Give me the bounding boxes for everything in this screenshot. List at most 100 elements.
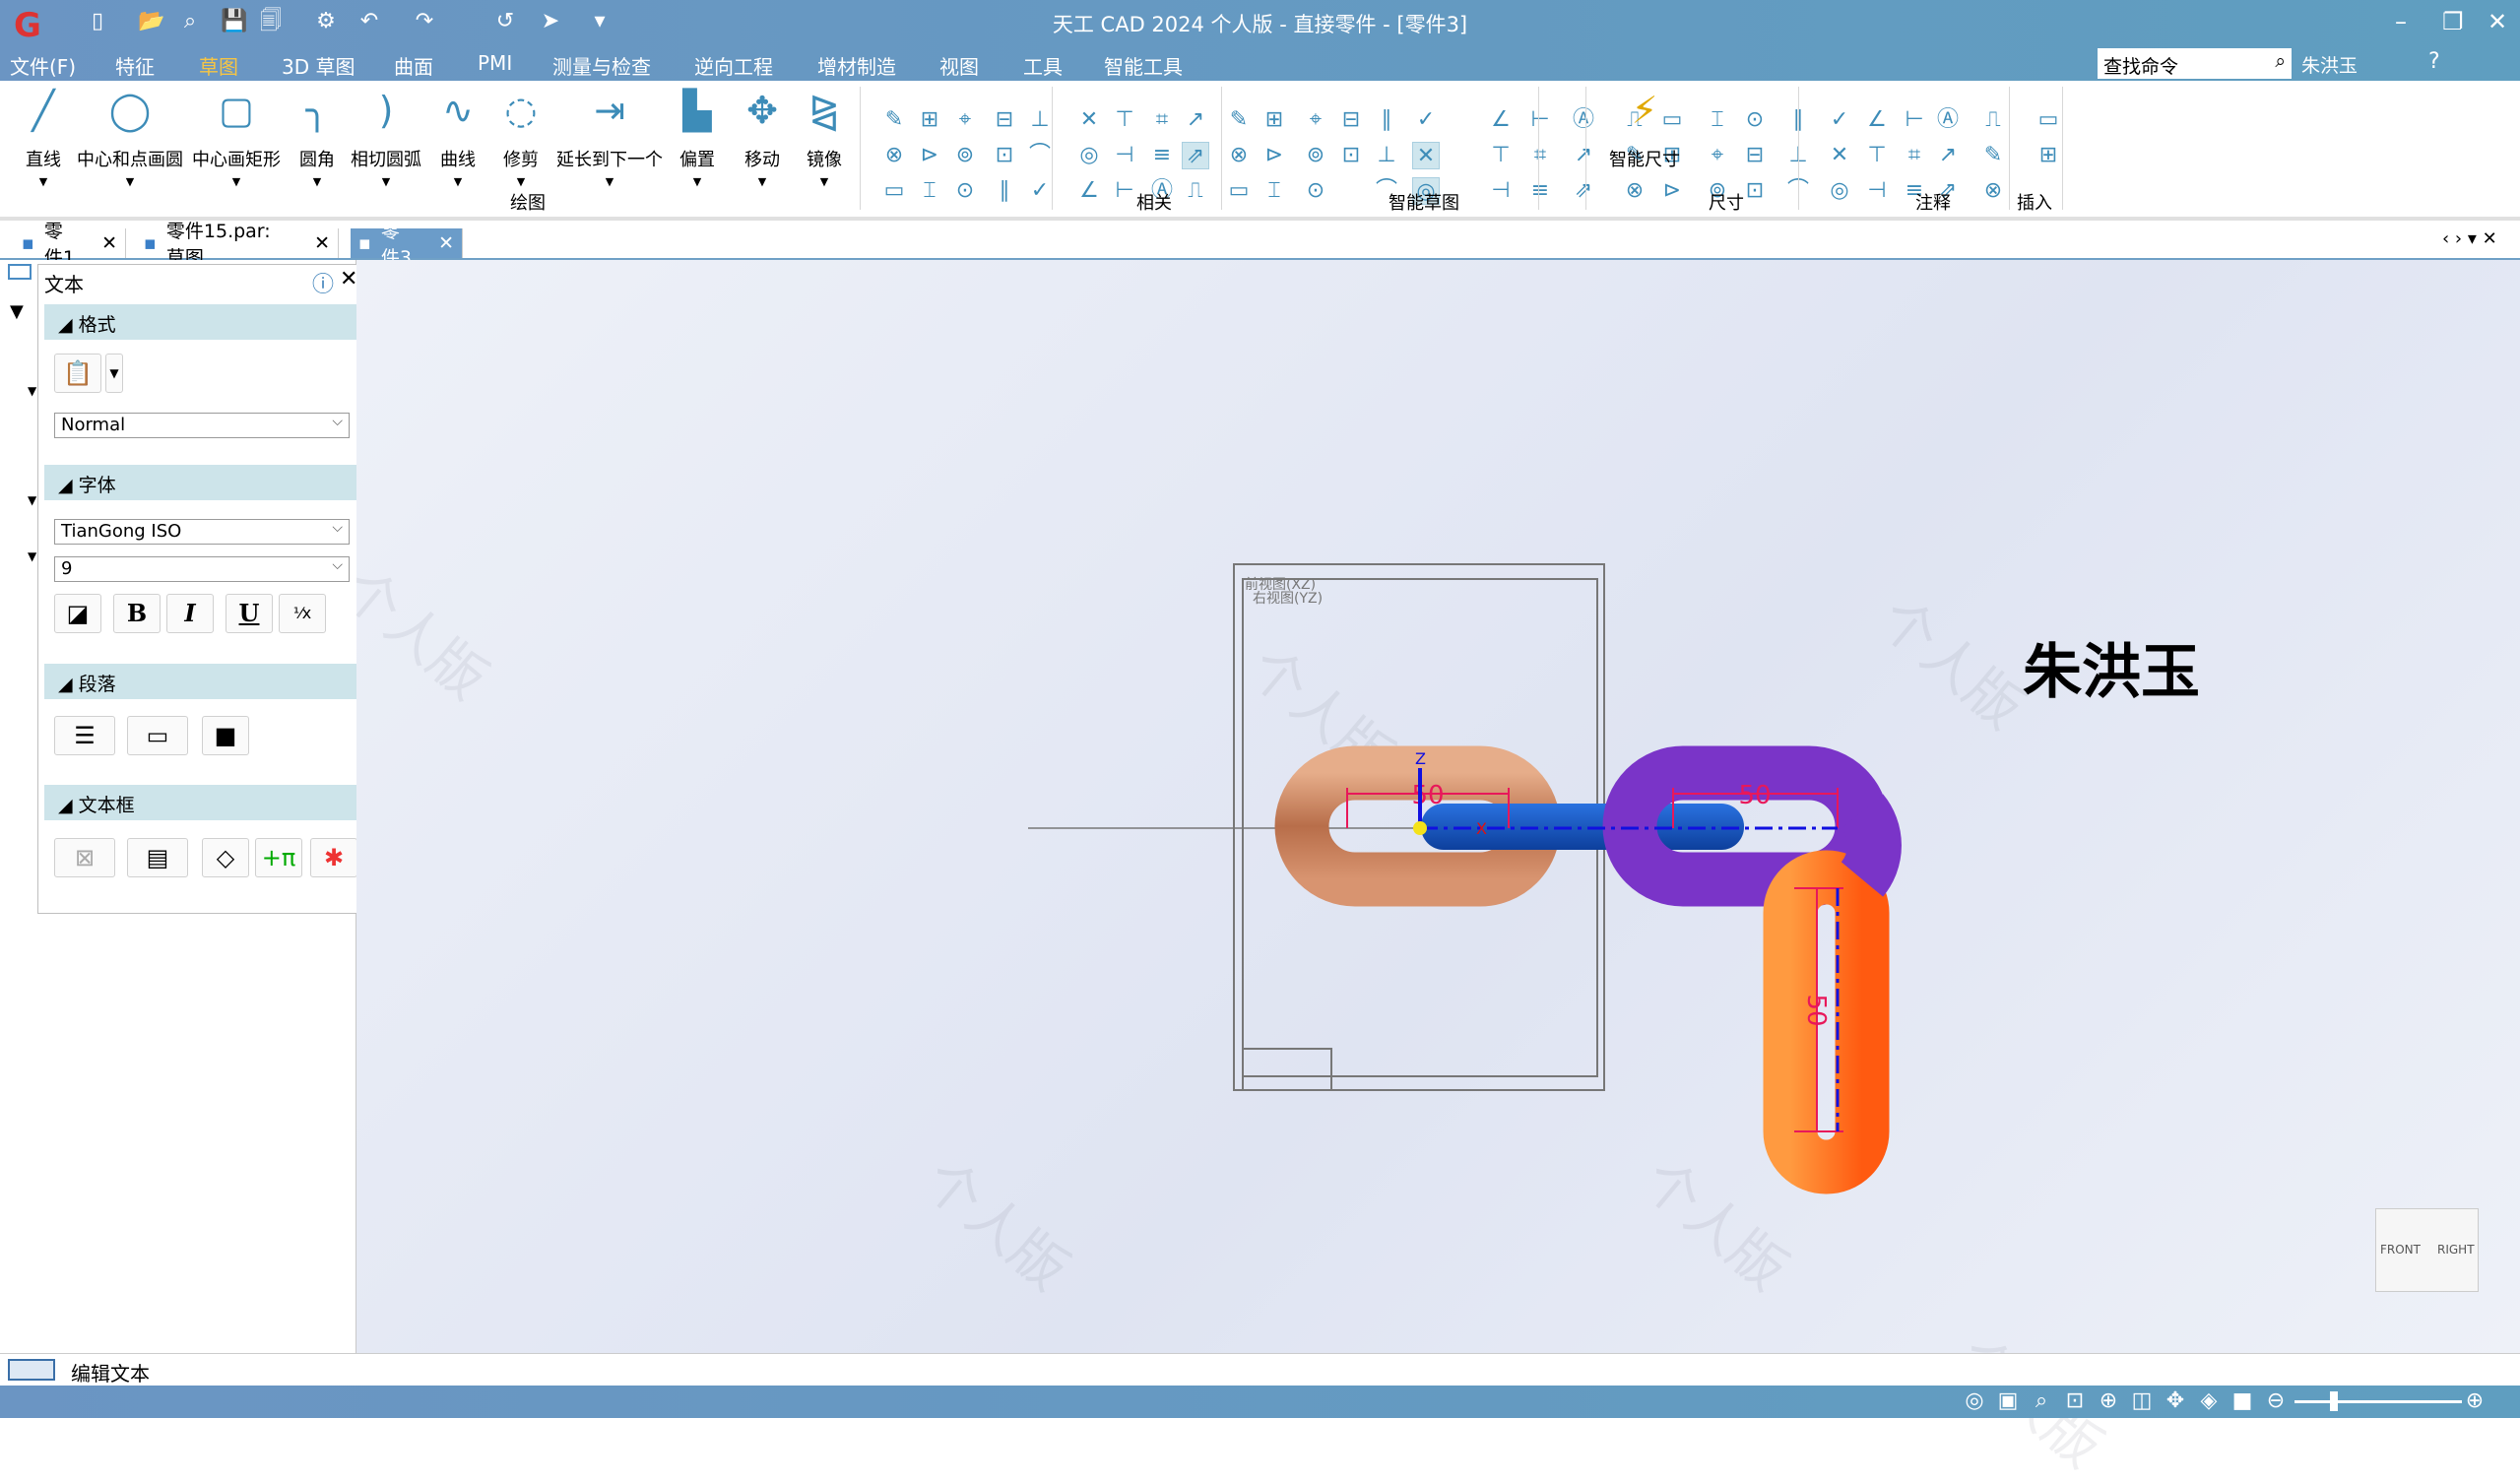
help-icon[interactable]: ⓘ	[312, 267, 334, 298]
ribbon-tool-icon[interactable]: ⊣	[1487, 177, 1515, 205]
ribbon-tool-icon[interactable]: ▭	[880, 177, 908, 205]
view-cube-right[interactable]: RIGHT	[2437, 1243, 2475, 1257]
ribbon-tool-icon[interactable]: ◎	[1826, 177, 1853, 205]
smart-dimension-button[interactable]: ⚡ 智能尺寸	[1605, 89, 1684, 171]
ribbon-tool-icon[interactable]: ⊗	[1225, 142, 1253, 169]
doc-tab-2[interactable]: ▪ 零件3 ✕	[351, 221, 463, 269]
ribbon-tool-icon[interactable]: ⊤	[1111, 106, 1138, 134]
user-name[interactable]: 朱洪玉	[2301, 51, 2358, 78]
ribbon-tool-icon[interactable]: ≡	[1148, 142, 1176, 169]
ribbon-tool-icon[interactable]: ✎	[1225, 106, 1253, 134]
ribbon-tool-icon[interactable]: ✓	[1826, 106, 1853, 134]
view-cube[interactable]: FRONT RIGHT	[2375, 1208, 2479, 1292]
italic-button[interactable]: I	[166, 594, 214, 633]
ribbon-tool-icon[interactable]: ⊙	[951, 177, 979, 205]
menu-9[interactable]: 视图	[939, 51, 979, 80]
save-icon[interactable]: 💾	[221, 9, 247, 34]
ribbon-tool-icon[interactable]: ⌖	[951, 106, 979, 134]
section-textbox[interactable]: ◢ 文本框	[44, 785, 360, 820]
ribbon-tool-icon[interactable]: ⊞	[2035, 142, 2062, 169]
ribbon-tool-icon[interactable]: ⊚	[1302, 142, 1329, 169]
ribbon-tool-icon[interactable]: ⊟	[991, 106, 1018, 134]
ribbon-tool-icon[interactable]: ▭	[2035, 106, 2062, 134]
ribbon-tool-icon[interactable]: ⌖	[1302, 106, 1329, 134]
ribbon-tool-icon[interactable]: ✕	[1826, 142, 1853, 169]
menu-1[interactable]: 特征	[115, 51, 155, 80]
ribbon-tool-icon[interactable]: ✓	[1026, 177, 1054, 205]
settings-icon[interactable]: ⚙	[313, 9, 339, 34]
fill-button[interactable]: ◇	[202, 838, 249, 877]
ribbon-tool-icon[interactable]: ⊤	[1487, 142, 1515, 169]
border-button[interactable]: ■	[202, 716, 249, 755]
ribbon-tool-icon[interactable]: ⌒	[1026, 142, 1054, 169]
view-tool-icon[interactable]: ▣	[1995, 1388, 2021, 1414]
close-tab-icon[interactable]: ✕	[314, 232, 330, 254]
ribbon-tool-icon[interactable]: ⌗	[1901, 142, 1928, 169]
ribbon-circle-button[interactable]: ◯ 中心和点画圆 ▼	[71, 89, 189, 188]
ribbon-tool-icon[interactable]: ⊳	[916, 142, 943, 169]
menu-7[interactable]: 逆向工程	[694, 51, 773, 80]
highlight-button[interactable]: ✱	[310, 838, 357, 877]
ribbon-tool-icon[interactable]: ∠	[1487, 106, 1515, 134]
font-select[interactable]: TianGong ISO ⌵	[54, 519, 350, 545]
zoom-slider[interactable]	[2294, 1400, 2462, 1403]
ribbon-tool-icon[interactable]: ↗	[1934, 142, 1962, 169]
ribbon-tool-icon[interactable]: ∥	[991, 177, 1018, 205]
ribbon-tool-icon[interactable]: ⊡	[991, 142, 1018, 169]
ribbon-tool-icon[interactable]: ⊣	[1863, 177, 1891, 205]
view-tool-icon[interactable]: ⊖	[2263, 1388, 2289, 1414]
restore-button[interactable]: ❐	[2442, 8, 2464, 35]
ribbon-tool-icon[interactable]: ⊳	[1658, 177, 1686, 205]
fit-textbox-button[interactable]: ⊠	[54, 838, 115, 877]
doc-tab-1[interactable]: ▪ 零件15.par: 草图 ✕	[136, 221, 339, 269]
back-icon[interactable]: ↺	[492, 9, 518, 34]
section-paragraph[interactable]: ◢ 段落	[44, 664, 360, 699]
tree-expand-icon[interactable]: ▼	[10, 301, 24, 322]
new-icon[interactable]: ▯	[85, 9, 110, 34]
close-button[interactable]: ✕	[2488, 8, 2507, 35]
ribbon-tool-icon[interactable]: ◎	[1075, 142, 1103, 169]
bullet-list-button[interactable]: ☰	[54, 716, 115, 755]
tree-expand-icon[interactable]: ▼	[28, 384, 36, 398]
ribbon-tool-icon[interactable]: ⊙	[1302, 177, 1329, 205]
model-view[interactable]: 前视图(XZ) 右视图(YZ) 50 50 50 Z X	[356, 260, 2520, 1353]
ribbon-tool-icon[interactable]: ⊞	[916, 106, 943, 134]
section-font[interactable]: ◢ 字体	[44, 465, 360, 500]
customize-icon[interactable]: ▾	[587, 9, 613, 34]
ribbon-tool-icon[interactable]: ⊥	[1026, 106, 1054, 134]
ribbon-tool-icon[interactable]: ⊡	[1337, 142, 1365, 169]
ribbon-tool-icon[interactable]: ⊚	[951, 142, 979, 169]
insert-symbol-button[interactable]: +π	[255, 838, 302, 877]
save-as-icon[interactable]: 🗐	[258, 9, 284, 34]
fraction-button[interactable]: ⅟x	[279, 594, 326, 633]
ribbon-tool-icon[interactable]: ⌶	[916, 177, 943, 205]
help-icon[interactable]: ?	[2428, 49, 2440, 74]
ribbon-tool-icon[interactable]: ⊗	[880, 142, 908, 169]
ribbon-tool-icon[interactable]: ↗	[1182, 106, 1209, 134]
ribbon-tool-icon[interactable]: ⊢	[1111, 177, 1138, 205]
zoom-in-icon[interactable]: ⊕	[2462, 1388, 2488, 1414]
zoom-slider-thumb[interactable]	[2330, 1391, 2338, 1411]
ribbon-tool-icon[interactable]: ⌗	[1526, 142, 1554, 169]
ribbon-tool-icon[interactable]: ✎	[880, 106, 908, 134]
ribbon-tool-icon[interactable]: ✕	[1075, 106, 1103, 134]
ribbon-tool-icon[interactable]: ⇗	[1570, 177, 1597, 205]
menu-0[interactable]: 文件(F)	[10, 51, 76, 80]
ribbon-mirror-button[interactable]: ⧎ 镜像 ▼	[765, 89, 883, 188]
view-tool-icon[interactable]: ⌕	[2029, 1388, 2054, 1414]
tree-expand-icon[interactable]: ▼	[28, 549, 36, 563]
menu-4[interactable]: 曲面	[394, 51, 433, 80]
close-tab-icon[interactable]: ✕	[101, 232, 117, 254]
ribbon-tool-icon[interactable]: ≡	[1526, 177, 1554, 205]
ribbon-tool-icon[interactable]: ⊤	[1863, 142, 1891, 169]
ribbon-tool-icon[interactable]: ▭	[1225, 177, 1253, 205]
ribbon-tool-icon[interactable]: ⌖	[1704, 142, 1731, 169]
ribbon-tool-icon[interactable]: ✓	[1412, 106, 1440, 134]
section-format[interactable]: ◢ 格式	[44, 304, 360, 340]
style-dropdown-button[interactable]: ▼	[105, 354, 123, 393]
ribbon-tool-icon[interactable]: ⊙	[1741, 106, 1769, 134]
ribbon-tool-icon[interactable]: ⊢	[1901, 106, 1928, 134]
ribbon-tool-icon[interactable]: Ⓐ	[1934, 106, 1962, 134]
open-icon[interactable]: 📂	[138, 9, 164, 34]
find-icon[interactable]: ⌕	[177, 9, 203, 34]
